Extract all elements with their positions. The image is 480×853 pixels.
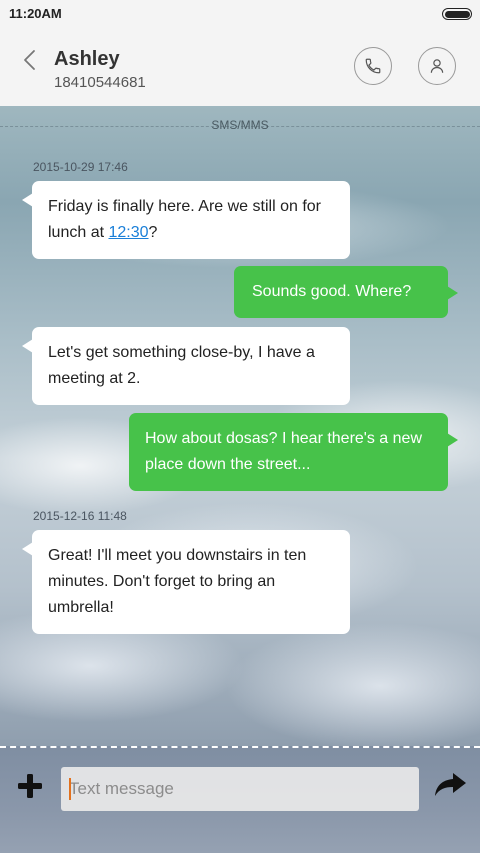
person-icon [430, 59, 444, 73]
contact-number: 18410544681 [54, 74, 146, 91]
message-text: ? [148, 224, 158, 241]
incoming-message[interactable]: Friday is finally here. Are we still on … [22, 181, 350, 259]
forward-arrow-icon[interactable] [433, 771, 467, 799]
call-button[interactable] [354, 47, 392, 85]
time-link[interactable]: 12:30 [108, 224, 148, 241]
message-text: Great! I'll meet you downstairs in ten m… [48, 547, 307, 616]
message-timestamp: 2015-10-29 17:46 [33, 160, 128, 174]
incoming-message[interactable]: Let's get something close-by, I have a m… [22, 327, 350, 405]
plus-icon[interactable] [16, 772, 44, 800]
contact-profile-button[interactable] [418, 47, 456, 85]
text-caret [69, 778, 71, 800]
message-thread[interactable]: SMS/MMS 2015-10-29 17:46 Friday is final… [0, 106, 480, 746]
message-timestamp: 2015-12-16 11:48 [33, 509, 127, 523]
message-text: Sounds good. Where? [252, 283, 412, 300]
contact-name: Ashley [54, 48, 120, 70]
outgoing-message[interactable]: Sounds good. Where? [234, 266, 458, 318]
incoming-message[interactable]: Great! I'll meet you downstairs in ten m… [22, 530, 350, 634]
battery-level [444, 10, 470, 18]
message-text: Let's get something close-by, I have a m… [48, 344, 315, 387]
battery-icon [442, 8, 472, 20]
message-text: Friday is finally here. Are we still on … [48, 198, 321, 241]
phone-icon [365, 58, 381, 74]
chevron-left-icon[interactable] [20, 48, 40, 72]
channel-label: SMS/MMS [211, 118, 269, 132]
message-input[interactable] [61, 767, 419, 811]
outgoing-message[interactable]: How about dosas? I hear there's a new pl… [129, 413, 458, 491]
status-bar: 11:20AM [0, 0, 480, 28]
message-text: How about dosas? I hear there's a new pl… [145, 430, 422, 473]
conversation-header: Ashley 18410544681 [0, 28, 480, 106]
status-time: 11:20AM [9, 6, 62, 21]
composer-divider [0, 746, 480, 748]
composer-bar [0, 746, 480, 853]
